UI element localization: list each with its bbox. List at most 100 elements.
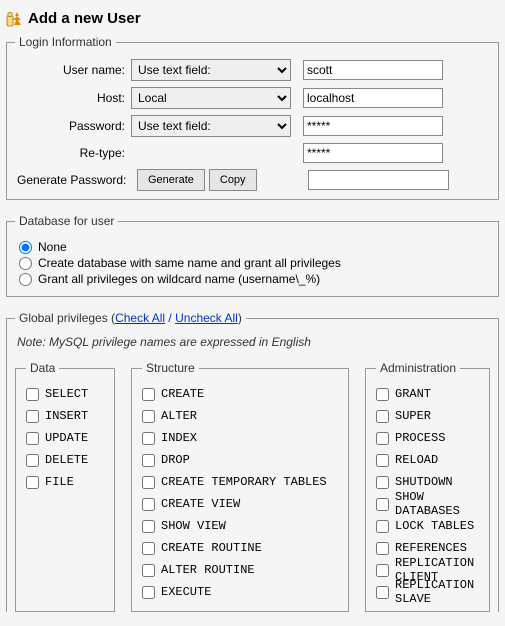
privilege-checkbox[interactable] xyxy=(26,410,39,423)
retype-label: Re-type: xyxy=(15,146,131,160)
privilege-item[interactable]: INSERT xyxy=(26,407,104,425)
host-input[interactable] xyxy=(303,88,443,108)
privilege-checkbox[interactable] xyxy=(376,520,389,533)
privilege-item[interactable]: SHOW VIEW xyxy=(142,517,338,535)
privilege-checkbox[interactable] xyxy=(142,454,155,467)
privilege-checkbox[interactable] xyxy=(142,432,155,445)
privilege-checkbox[interactable] xyxy=(142,520,155,533)
password-mode-select[interactable]: Use text field: xyxy=(131,115,291,137)
privilege-checkbox[interactable] xyxy=(142,586,155,599)
privilege-item[interactable]: PROCESS xyxy=(376,429,479,447)
privilege-label: SHOW VIEW xyxy=(161,519,226,533)
db-same-label: Create database with same name and grant… xyxy=(38,256,341,270)
check-all-link[interactable]: Check All xyxy=(115,311,165,325)
host-mode-select[interactable]: Local xyxy=(131,87,291,109)
privilege-item[interactable]: SELECT xyxy=(26,385,104,403)
structure-privileges-legend: Structure xyxy=(142,361,199,375)
privilege-checkbox[interactable] xyxy=(142,476,155,489)
privilege-checkbox[interactable] xyxy=(26,476,39,489)
privilege-checkbox[interactable] xyxy=(376,498,389,511)
privilege-label: DROP xyxy=(161,453,190,467)
privilege-item[interactable]: FILE xyxy=(26,473,104,491)
privilege-item[interactable]: REFERENCES xyxy=(376,539,479,557)
privileges-note: Note: MySQL privilege names are expresse… xyxy=(17,335,490,349)
privilege-item[interactable]: EXECUTE xyxy=(142,583,338,601)
page-header: Add a new User xyxy=(6,6,499,27)
db-none-row[interactable]: None xyxy=(19,240,490,254)
database-for-user-fieldset: Database for user None Create database w… xyxy=(6,214,499,297)
privilege-checkbox[interactable] xyxy=(26,454,39,467)
db-same-radio[interactable] xyxy=(19,257,32,270)
privilege-checkbox[interactable] xyxy=(376,476,389,489)
db-wild-row[interactable]: Grant all privileges on wildcard name (u… xyxy=(19,272,490,286)
privilege-label: CREATE ROUTINE xyxy=(161,541,262,555)
privilege-label: ALTER ROUTINE xyxy=(161,563,255,577)
privilege-checkbox[interactable] xyxy=(376,454,389,467)
add-user-icon xyxy=(6,11,22,27)
privilege-checkbox[interactable] xyxy=(142,564,155,577)
password-input[interactable] xyxy=(303,116,443,136)
privilege-label: GRANT xyxy=(395,387,431,401)
privilege-checkbox[interactable] xyxy=(376,586,389,599)
privilege-label: REPLICATION SLAVE xyxy=(395,578,479,606)
privilege-item[interactable]: CREATE xyxy=(142,385,338,403)
global-privileges-legend: Global privileges (Check All / Uncheck A… xyxy=(15,311,246,325)
privilege-item[interactable]: GRANT xyxy=(376,385,479,403)
privilege-checkbox[interactable] xyxy=(376,432,389,445)
db-same-row[interactable]: Create database with same name and grant… xyxy=(19,256,490,270)
privilege-label: LOCK TABLES xyxy=(395,519,474,533)
privilege-checkbox[interactable] xyxy=(26,432,39,445)
privilege-checkbox[interactable] xyxy=(376,564,389,577)
privilege-item[interactable]: UPDATE xyxy=(26,429,104,447)
privilege-item[interactable]: CREATE VIEW xyxy=(142,495,338,513)
retype-input[interactable] xyxy=(303,143,443,163)
privilege-item[interactable]: REPLICATION SLAVE xyxy=(376,583,479,601)
privilege-checkbox[interactable] xyxy=(142,542,155,555)
privilege-item[interactable]: INDEX xyxy=(142,429,338,447)
privilege-item[interactable]: CREATE TEMPORARY TABLES xyxy=(142,473,338,491)
privilege-item[interactable]: DROP xyxy=(142,451,338,469)
structure-privileges-fieldset: Structure CREATE ALTER INDEX DROP CREATE TEM… xyxy=(131,361,349,612)
login-info-legend: Login Information xyxy=(15,35,116,49)
privilege-item[interactable]: ALTER ROUTINE xyxy=(142,561,338,579)
privilege-label: UPDATE xyxy=(45,431,88,445)
privilege-checkbox[interactable] xyxy=(142,410,155,423)
privilege-item[interactable]: LOCK TABLES xyxy=(376,517,479,535)
privilege-label: REFERENCES xyxy=(395,541,467,555)
privilege-checkbox[interactable] xyxy=(376,388,389,401)
admin-privileges-legend: Administration xyxy=(376,361,460,375)
privilege-label: SUPER xyxy=(395,409,431,423)
privilege-item[interactable]: SUPER xyxy=(376,407,479,425)
copy-button[interactable]: Copy xyxy=(209,169,257,191)
privilege-item[interactable]: SHOW DATABASES xyxy=(376,495,479,513)
page-title: Add a new User xyxy=(28,10,141,27)
username-input[interactable] xyxy=(303,60,443,80)
privilege-label: ALTER xyxy=(161,409,197,423)
db-none-radio[interactable] xyxy=(19,241,32,254)
privilege-checkbox[interactable] xyxy=(142,498,155,511)
uncheck-all-link[interactable]: Uncheck All xyxy=(175,311,238,325)
privilege-item[interactable]: ALTER xyxy=(142,407,338,425)
privilege-item[interactable]: REPLICATION CLIENT xyxy=(376,561,479,579)
privilege-item[interactable]: CREATE ROUTINE xyxy=(142,539,338,557)
data-privileges-fieldset: Data SELECTINSERTUPDATEDELETEFILE xyxy=(15,361,115,612)
privilege-label: RELOAD xyxy=(395,453,438,467)
username-mode-select[interactable]: Use text field: xyxy=(131,59,291,81)
database-for-user-legend: Database for user xyxy=(15,214,118,228)
privilege-item[interactable]: DELETE xyxy=(26,451,104,469)
privilege-item[interactable]: RELOAD xyxy=(376,451,479,469)
generated-password-output[interactable] xyxy=(308,170,449,190)
privilege-checkbox[interactable] xyxy=(376,410,389,423)
privilege-label: SHUTDOWN xyxy=(395,475,453,489)
privilege-checkbox[interactable] xyxy=(376,542,389,555)
global-privileges-fieldset: Global privileges (Check All / Uncheck A… xyxy=(6,311,499,612)
db-wild-radio[interactable] xyxy=(19,273,32,286)
db-wild-label: Grant all privileges on wildcard name (u… xyxy=(38,272,320,286)
privilege-item[interactable]: SHUTDOWN xyxy=(376,473,479,491)
privilege-checkbox[interactable] xyxy=(142,388,155,401)
generate-button[interactable]: Generate xyxy=(137,169,205,191)
privilege-checkbox[interactable] xyxy=(26,388,39,401)
privilege-label: CREATE TEMPORARY TABLES xyxy=(161,475,327,489)
admin-privileges-fieldset: Administration GRANT SUPER PROCESS RELOAD SH… xyxy=(365,361,490,612)
db-none-label: None xyxy=(38,240,67,254)
